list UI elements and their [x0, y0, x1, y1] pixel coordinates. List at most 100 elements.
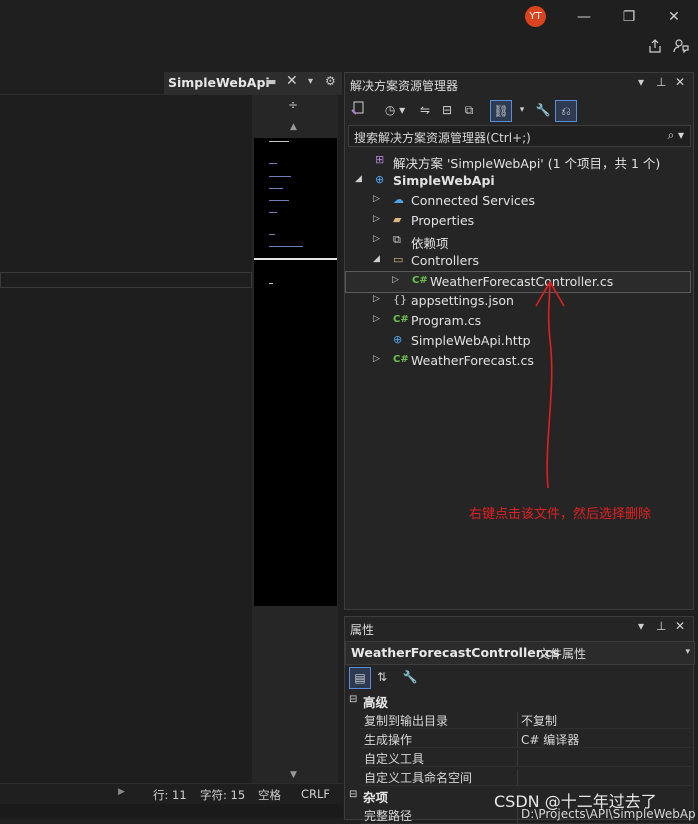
tree-item[interactable]: ▷ {} appsettings.json	[345, 291, 691, 311]
tree-item[interactable]: ▷ ▰ Properties	[345, 211, 691, 231]
tree-item[interactable]: ◢ ⊕ SimpleWebApi	[345, 171, 691, 191]
panel-dropdown-icon[interactable]: ▾	[638, 75, 644, 89]
panel-dropdown-icon[interactable]: ▾	[638, 619, 644, 633]
preview-selected-icon[interactable]: ⎌	[555, 100, 577, 122]
split-editor-icon[interactable]: ÷	[288, 98, 298, 112]
property-row[interactable]: 复制到输出目录 不复制	[361, 710, 691, 729]
indent-indicator[interactable]: 空格	[258, 787, 281, 803]
folder-icon: ▭	[393, 253, 404, 266]
annotation-arrow	[535, 280, 565, 489]
property-row[interactable]: 自定义工具命名空间	[361, 767, 691, 786]
object-selector[interactable]: WeatherForecastController.cs 文件属性 ▾	[345, 641, 695, 665]
chevron-right-icon[interactable]: ▷	[373, 314, 380, 324]
tree-item[interactable]: ⊞ 解决方案 'SimpleWebApi' (1 个项目，共 1 个)	[345, 151, 691, 171]
property-name: 自定义工具命名空间	[364, 771, 473, 785]
annotation-text: 右键点击该文件，然后选择删除	[469, 507, 652, 522]
chevron-down-icon[interactable]: ◢	[355, 174, 362, 184]
switch-views-icon[interactable]	[349, 100, 369, 120]
collapse-icon[interactable]: ⊟	[349, 789, 357, 800]
minimap-viewport-marker	[254, 258, 337, 260]
panel-title: 属性	[350, 623, 375, 637]
category-label: 高级	[363, 695, 389, 710]
close-tab-icon[interactable]: ✕	[286, 73, 298, 89]
property-pages-icon[interactable]: 🔧	[400, 667, 420, 687]
code-editor[interactable]	[0, 95, 252, 783]
char-indicator[interactable]: 字符: 15	[200, 787, 245, 803]
scroll-up-icon[interactable]: ▲	[290, 122, 297, 132]
chevron-right-icon[interactable]: ▷	[373, 194, 380, 204]
tree-item-label: 依赖项	[411, 236, 449, 251]
property-value[interactable]	[517, 769, 521, 785]
property-name: 复制到输出目录	[364, 714, 449, 728]
chevron-down-icon[interactable]: ▾	[685, 647, 690, 657]
close-panel-icon[interactable]: ✕	[675, 75, 685, 89]
tree-item[interactable]: ▷ ☁ Connected Services	[345, 191, 691, 211]
search-placeholder: 搜索解决方案资源管理器(Ctrl+;)	[354, 131, 531, 145]
close-panel-icon[interactable]: ✕	[675, 619, 685, 633]
history-icon[interactable]: ◷ ▾	[381, 100, 409, 120]
close-window-button[interactable]: ✕	[664, 7, 684, 27]
tree-item[interactable]: ▷ C# Program.cs	[345, 311, 691, 331]
csharp-file-icon: C#	[412, 275, 428, 286]
tab-dropdown-icon[interactable]: ▾	[308, 76, 313, 87]
solution-search-input[interactable]: 搜索解决方案资源管理器(Ctrl+;) ⌕ ▾	[348, 125, 691, 147]
tree-item[interactable]: ⊕ SimpleWebApi.http	[345, 331, 691, 351]
chevron-right-icon[interactable]: ▷	[373, 294, 380, 304]
chevron-right-icon[interactable]: ▷	[373, 354, 380, 364]
chevron-down-icon[interactable]: ◢	[373, 254, 380, 264]
tree-item-label: Properties	[411, 213, 475, 228]
pin-icon[interactable]: ⊥	[656, 75, 666, 89]
tree-item-label: appsettings.json	[411, 293, 514, 308]
search-icon[interactable]: ⌕ ▾	[667, 128, 684, 143]
eol-indicator[interactable]: CRLF	[301, 787, 330, 801]
chevron-right-icon[interactable]: ▷	[373, 234, 380, 244]
scroll-down-icon[interactable]: ▼	[290, 770, 297, 780]
current-line-highlight	[0, 272, 252, 288]
tree-item-label: Connected Services	[411, 193, 535, 208]
wrench-icon[interactable]: 🔧	[533, 100, 553, 120]
scroll-right-icon[interactable]: ▶	[118, 787, 125, 797]
property-category[interactable]: ⊟ 高级	[345, 691, 693, 710]
restore-button[interactable]: ❐	[619, 7, 639, 27]
share-icon[interactable]	[645, 38, 665, 56]
collapse-all-icon[interactable]: ⊟	[437, 100, 457, 120]
pin-icon[interactable]: ▬	[266, 75, 276, 88]
user-avatar[interactable]: YT	[525, 6, 546, 27]
tree-item[interactable]: ▷ C# WeatherForecastController.cs	[345, 271, 691, 293]
solution-explorer-panel: 解决方案资源管理器 ▾ ⊥ ✕ ◷ ▾ ⇋ ⊟ ⧉ ⛓ ▾ 🔧 ⎌ 搜索解决方案…	[344, 72, 694, 610]
csharp-file-icon: C#	[393, 314, 409, 325]
property-row[interactable]: 生成操作 C# 编译器	[361, 729, 691, 748]
tree-item[interactable]: ◢ ▭ Controllers	[345, 251, 691, 271]
tree-item-label: SimpleWebApi	[393, 173, 495, 188]
gear-icon[interactable]: ⚙	[325, 74, 336, 88]
feedback-icon[interactable]	[671, 38, 691, 56]
chevron-right-icon[interactable]: ▷	[373, 214, 380, 224]
tab-title: SimpleWebApi	[168, 75, 270, 90]
tree-item-label: WeatherForecast.cs	[411, 353, 534, 368]
toolbar-dropdown-icon[interactable]: ▾	[512, 100, 532, 120]
connected-services-icon: ☁	[393, 193, 404, 206]
categorized-icon[interactable]: ▤	[349, 667, 371, 689]
sync-icon[interactable]: ⇋	[415, 100, 435, 120]
solution-explorer-toolbar: ◷ ▾ ⇋ ⊟ ⧉ ⛓ ▾ 🔧 ⎌	[345, 97, 693, 123]
minimap[interactable]	[254, 138, 337, 606]
object-kind: 文件属性	[538, 647, 587, 661]
property-value[interactable]: C# 编译器	[517, 731, 579, 747]
minimize-button[interactable]: —	[574, 7, 594, 27]
line-indicator[interactable]: 行: 11	[153, 787, 187, 803]
track-active-item-icon[interactable]: ⛓	[490, 100, 512, 122]
alphabetical-icon[interactable]: ⇅	[372, 667, 392, 687]
pin-icon[interactable]: ⊥	[656, 619, 666, 633]
collapse-icon[interactable]: ⊟	[349, 694, 357, 705]
property-value[interactable]	[517, 750, 521, 766]
property-value[interactable]: 不复制	[517, 712, 557, 728]
property-row[interactable]: 自定义工具	[361, 748, 691, 767]
tree-item[interactable]: ▷ ⧉ 依赖项	[345, 231, 691, 251]
dependencies-icon: ⧉	[393, 233, 401, 246]
panel-title: 解决方案资源管理器	[350, 79, 459, 93]
show-all-files-icon[interactable]: ⧉	[459, 100, 479, 120]
tree-item[interactable]: ▷ C# WeatherForecast.cs	[345, 351, 691, 371]
tree-item-label: SimpleWebApi.http	[411, 333, 531, 348]
document-tab[interactable]: SimpleWebApi ▬ ✕ ▾ ⚙	[164, 72, 342, 94]
chevron-right-icon[interactable]: ▷	[392, 275, 399, 285]
